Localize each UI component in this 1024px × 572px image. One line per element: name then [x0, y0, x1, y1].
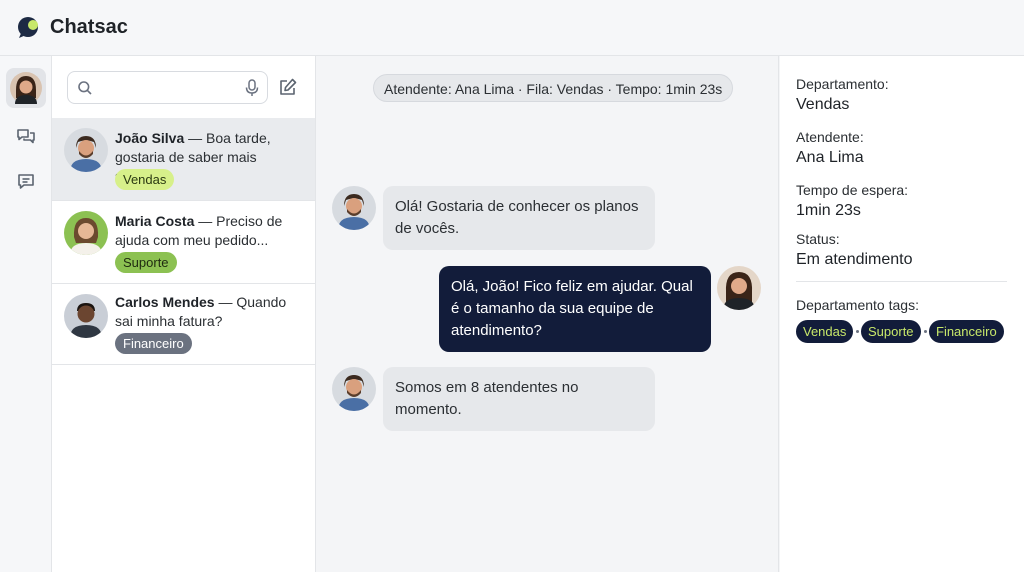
message-bubble-incoming: Olá! Gostaria de conhecer os planos de v… [383, 186, 655, 250]
customer-avatar [332, 367, 376, 411]
status-value: Em atendimento [796, 251, 913, 268]
tag-badge: Vendas [115, 169, 175, 190]
message-bubble-outgoing: Olá, João! Fico feliz em ajudar. Qual é … [439, 266, 711, 352]
tag-badge: Financeiro [115, 333, 192, 354]
tag-badge: Suporte [115, 252, 177, 273]
wait-time-value: 1min 23s [796, 202, 861, 219]
department-tag-vendas[interactable]: Vendas [796, 320, 854, 343]
nav-rail [0, 56, 52, 572]
department-value: Vendas [796, 96, 850, 113]
details-panel: Departamento: Vendas Atendente: Ana Lima… [780, 56, 1024, 572]
contact-avatar [64, 128, 108, 172]
message-bubble-incoming: Somos em 8 atendentes no momento. [383, 367, 655, 431]
contact-avatar [64, 294, 108, 338]
contact-name: Maria Costa [115, 213, 195, 229]
search-icon [77, 80, 93, 101]
messages-icon[interactable] [15, 171, 37, 193]
search-input[interactable] [98, 78, 238, 98]
agent-label: Atendente: [796, 129, 864, 145]
agent-avatar [10, 72, 42, 104]
chatsac-logo-icon [16, 15, 42, 41]
contact-name: Carlos Mendes [115, 294, 215, 310]
conversations-icon[interactable] [15, 126, 37, 148]
agent-value: Ana Lima [796, 149, 864, 166]
department-tag-financeiro[interactable]: Financeiro [929, 320, 1004, 343]
customer-avatar [332, 186, 376, 230]
app-title: Chatsac [50, 16, 128, 38]
top-bar: Chatsac [0, 0, 1024, 56]
chat-panel: Atendente: Ana Lima · Fila: Vendas · Tem… [316, 56, 779, 572]
conversation-text: Carlos Mendes — Quando sai minha fatura? [115, 293, 305, 331]
conversation-list-panel: João Silva — Boa tarde, gostaria de sabe… [52, 56, 316, 572]
contact-avatar [64, 211, 108, 255]
contact-name: João Silva [115, 130, 185, 146]
status-label: Status: [796, 231, 840, 247]
separator-dot [856, 330, 859, 333]
compose-icon[interactable] [278, 77, 298, 97]
department-tag-suporte[interactable]: Suporte [861, 320, 921, 343]
department-tags-label: Departamento tags: [796, 297, 919, 313]
conversation-item-maria-costa[interactable]: Maria Costa — Preciso de ajuda com meu p… [52, 201, 315, 284]
conversation-item-carlos-mendes[interactable]: Carlos Mendes — Quando sai minha fatura?… [52, 284, 315, 365]
conversation-item-joao-silva[interactable]: João Silva — Boa tarde, gostaria de sabe… [52, 118, 315, 201]
agent-avatar [717, 266, 761, 310]
chat-info-pill: Atendente: Ana Lima · Fila: Vendas · Tem… [373, 74, 734, 102]
search-box [67, 71, 268, 104]
mic-icon[interactable] [245, 79, 259, 102]
divider [796, 281, 1007, 282]
conversation-text: Maria Costa — Preciso de ajuda com meu p… [115, 212, 305, 250]
agent-avatar-button[interactable] [6, 68, 46, 108]
wait-time-label: Tempo de espera: [796, 182, 909, 198]
separator-dot [924, 330, 927, 333]
department-label: Departamento: [796, 76, 889, 92]
